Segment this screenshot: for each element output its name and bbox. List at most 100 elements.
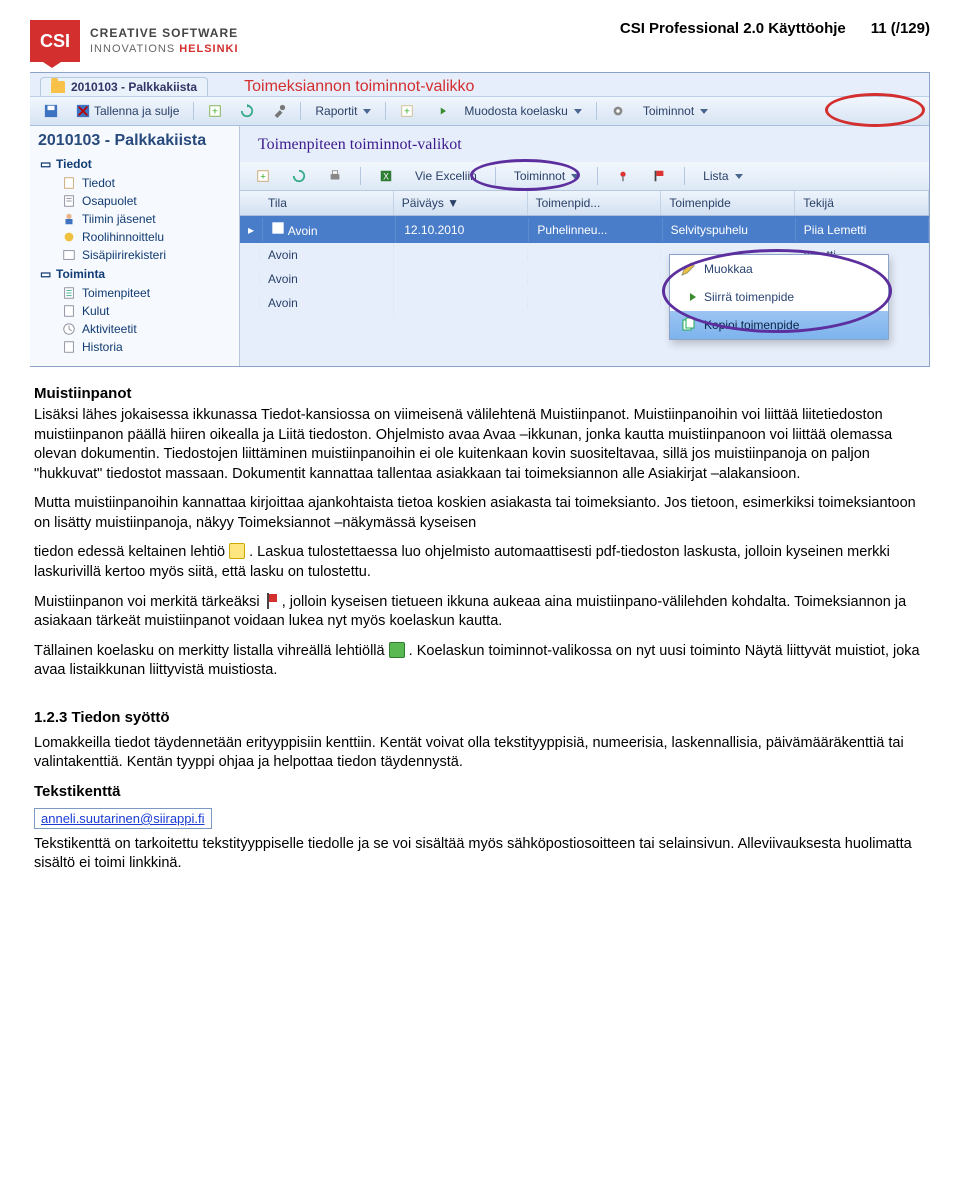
print-icon[interactable] [320, 166, 350, 186]
grid-header-tekija[interactable]: Tekijä [795, 191, 929, 215]
toolbar-sep [193, 102, 194, 120]
context-menu-muokkaa[interactable]: Muokkaa [670, 255, 888, 283]
heading-tekstikentta: Tekstikenttä [34, 783, 926, 800]
sidebar-item-tiimin[interactable]: Tiimin jäsenet [36, 210, 233, 228]
vie-exceliin-label: Vie Exceliin [415, 169, 477, 183]
sidebar-group-tiedot[interactable]: ▭ Tiedot [36, 154, 233, 174]
context-menu-kopioi[interactable]: Kopioi toimenpide [670, 311, 888, 339]
sidebar-item-label: Aktiviteetit [82, 322, 137, 336]
sidebar-item-aktiviteetit[interactable]: Aktiviteetit [36, 320, 233, 338]
chevron-down-icon [700, 109, 708, 114]
new-icon[interactable]: + [200, 101, 230, 121]
cell-toimenpid: Puhelinneu... [529, 218, 662, 242]
cell-tila: Avoin [268, 296, 298, 310]
save-close-label: Tallenna ja sulje [94, 104, 179, 118]
gear-icon[interactable] [603, 101, 633, 121]
cell-tila: Avoin [268, 248, 298, 262]
toolbar-sep [300, 102, 301, 120]
toolbar-sep [597, 167, 598, 185]
chevron-down-icon [574, 109, 582, 114]
context-menu: Muokkaa Siirrä toimenpide Kopioi toimenp… [669, 254, 889, 340]
page-header: CSI CREATIVE SOFTWARE INNOVATIONS HELSIN… [30, 20, 930, 62]
toolbar-sep [684, 167, 685, 185]
sidebar-group-toiminta[interactable]: ▭ Toiminta [36, 264, 233, 284]
sidebar-item-label: Toimenpiteet [82, 286, 150, 300]
pin-icon[interactable] [608, 166, 638, 186]
sidebar-item-historia[interactable]: Historia [36, 338, 233, 356]
page-number: 11 (/129) [871, 20, 930, 37]
lista-button[interactable]: Lista [695, 166, 750, 186]
paragraph-fragment: Muistiinpanon voi merkitä tärkeäksi [34, 594, 264, 610]
sidebar-item-rooli[interactable]: Roolihinnoittelu [36, 228, 233, 246]
excel-icon[interactable]: X [371, 166, 401, 186]
sidebar-item-tiedot[interactable]: Tiedot [36, 174, 233, 192]
grid-row-selected[interactable]: ▸ Avoin 12.10.2010 Puhelinneu... Selvity… [240, 216, 929, 243]
chevron-down-icon [571, 174, 579, 179]
sidebar-item-label: Tiedot [82, 176, 115, 190]
paragraph: Tällainen koelasku on merkitty listalla … [34, 642, 926, 681]
cell-tekija: Piia Lemetti [796, 218, 929, 242]
svg-text:+: + [260, 172, 266, 183]
chevron-down-icon [735, 174, 743, 179]
sidebar-group-label: Toiminta [56, 267, 105, 281]
grid-toiminnot-button[interactable]: Toiminnot [506, 166, 587, 186]
heading-muistiinpanot: Muistiinpanot [34, 385, 926, 402]
grid-header-paivays[interactable]: Päiväys ▼ [394, 191, 528, 215]
context-menu-siirra[interactable]: Siirrä toimenpide [670, 283, 888, 311]
context-menu-label: Muokkaa [704, 262, 753, 276]
tools-icon[interactable] [264, 101, 294, 121]
paragraph: Lisäksi lähes jokaisessa ikkunassa Tiedo… [34, 406, 926, 484]
folder-icon [51, 81, 65, 93]
sidebar-item-label: Kulut [82, 304, 109, 318]
toiminnot-button[interactable]: Toiminnot [635, 101, 716, 121]
paragraph: Tekstikenttä on tarkoitettu tekstityyppi… [34, 835, 926, 874]
context-menu-label: Siirrä toimenpide [704, 290, 794, 304]
annotation-side: Toimenpiteen toiminnot-valikot [240, 132, 929, 162]
toolbar-sep [360, 167, 361, 185]
toolbar-sep [385, 102, 386, 120]
doc-title: CSI Professional 2.0 Käyttöohje [620, 20, 846, 37]
svg-text:+: + [404, 106, 410, 118]
sidebar-item-label: Tiimin jäsenet [82, 212, 156, 226]
new-row-icon[interactable]: + [248, 166, 278, 186]
brand-text: CREATIVE SOFTWARE INNOVATIONS HELSINKI [90, 27, 239, 56]
toiminnot-label: Toiminnot [643, 104, 694, 118]
sidebar-group-label: Tiedot [56, 157, 92, 171]
grid-header-toimenpide[interactable]: Toimenpide [661, 191, 795, 215]
csi-logo: CSI [30, 20, 80, 62]
sidebar-item-kulut[interactable]: Kulut [36, 302, 233, 320]
brand-block: CSI CREATIVE SOFTWARE INNOVATIONS HELSIN… [30, 20, 239, 62]
sidebar-item-sisapiiri[interactable]: Sisäpiirirekisteri [36, 246, 233, 264]
sidebar-item-label: Roolihinnoittelu [82, 230, 164, 244]
paragraph: Lomakkeilla tiedot täydennetään erityypp… [34, 734, 926, 773]
edit-icon [680, 261, 696, 277]
sidebar-item-osapuolet[interactable]: Osapuolet [36, 192, 233, 210]
flag-icon [264, 593, 278, 609]
sidebar-item-toimenpiteet[interactable]: Toimenpiteet [36, 284, 233, 302]
raportit-button[interactable]: Raportit [307, 101, 379, 121]
paragraph: Muistiinpanon voi merkitä tärkeäksi , jo… [34, 593, 926, 632]
window-tab-bar: 2010103 - Palkkakiista Toimeksiannon toi… [30, 73, 929, 96]
grid-header-toimenpid[interactable]: Toimenpid... [528, 191, 662, 215]
window-tab[interactable]: 2010103 - Palkkakiista [40, 77, 208, 96]
yellow-note-icon [229, 543, 245, 559]
document-body: Muistiinpanot Lisäksi lähes jokaisessa i… [30, 385, 930, 874]
flag-action-icon[interactable] [644, 166, 674, 186]
section-heading: 1.2.3 Tiedon syöttö [34, 709, 926, 726]
cell-paivays: 12.10.2010 [396, 218, 529, 242]
add-icon[interactable]: + [392, 101, 422, 121]
green-note-icon [389, 642, 405, 658]
grid-header-tila[interactable]: Tila [260, 191, 394, 215]
toolbar-sep [495, 167, 496, 185]
grid-refresh-icon[interactable] [284, 166, 314, 186]
sidebar-title: 2010103 - Palkkakiista [30, 126, 239, 152]
save-close-button[interactable]: Tallenna ja sulje [68, 101, 187, 121]
vie-exceliin-button[interactable]: Vie Exceliin [407, 166, 485, 186]
save-icon[interactable] [36, 101, 66, 121]
annotation-top: Toimeksiannon toiminnot-valikko [244, 78, 474, 96]
paragraph-fragment: Tällainen koelasku on merkitty listalla … [34, 643, 389, 659]
arrow-icon[interactable] [424, 101, 454, 121]
refresh-icon[interactable] [232, 101, 262, 121]
muodosta-button[interactable]: Muodosta koelasku [456, 101, 589, 121]
paragraph: tiedon edessä keltainen lehtiö . Laskua … [34, 543, 926, 582]
